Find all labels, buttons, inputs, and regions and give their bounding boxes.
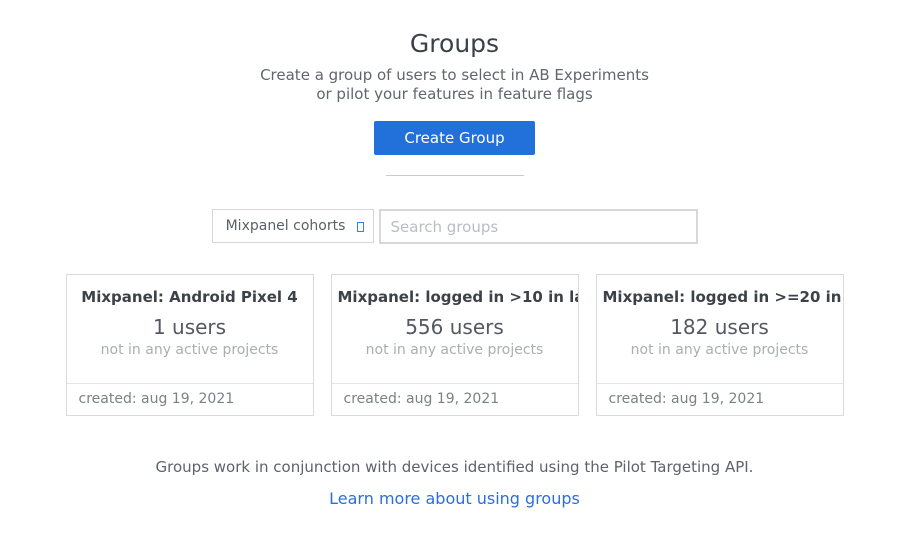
group-name: Mixpanel: logged in >=20 in last 30... — [597, 288, 843, 306]
header-divider — [386, 175, 524, 176]
cohort-source-dropdown[interactable]: Mixpanel cohorts — [212, 209, 374, 243]
group-user-count: 182 users — [597, 315, 843, 339]
group-card-body: Mixpanel: logged in >=20 in last 30... 1… — [597, 275, 843, 383]
group-card-body: Mixpanel: logged in >10 in last 30 ... 5… — [332, 275, 578, 383]
group-created-date: created: aug 19, 2021 — [332, 383, 578, 415]
group-created-date: created: aug 19, 2021 — [597, 383, 843, 415]
group-card[interactable]: Mixpanel: logged in >=20 in last 30... 1… — [596, 274, 844, 416]
search-groups-input[interactable] — [379, 209, 698, 244]
group-cards-row: Mixpanel: Android Pixel 4 1 users not in… — [0, 274, 909, 416]
page-header: Groups Create a group of users to select… — [0, 0, 909, 176]
groups-page: Groups Create a group of users to select… — [0, 0, 909, 558]
dropdown-indicator-icon — [357, 222, 364, 232]
footer-info-text: Groups work in conjunction with devices … — [0, 458, 909, 476]
group-name: Mixpanel: Android Pixel 4 — [67, 288, 313, 306]
group-project-status: not in any active projects — [67, 342, 313, 358]
page-subtitle: Create a group of users to select in AB … — [260, 66, 650, 104]
group-card[interactable]: Mixpanel: Android Pixel 4 1 users not in… — [66, 274, 314, 416]
group-project-status: not in any active projects — [597, 342, 843, 358]
group-created-date: created: aug 19, 2021 — [67, 383, 313, 415]
group-project-status: not in any active projects — [332, 342, 578, 358]
group-user-count: 556 users — [332, 315, 578, 339]
group-card[interactable]: Mixpanel: logged in >10 in last 30 ... 5… — [331, 274, 579, 416]
create-group-button[interactable]: Create Group — [374, 121, 534, 155]
cohort-dropdown-value: Mixpanel cohorts — [226, 218, 360, 234]
filter-controls: Mixpanel cohorts — [0, 209, 909, 244]
page-title: Groups — [0, 28, 909, 60]
learn-more-link[interactable]: Learn more about using groups — [329, 489, 580, 508]
group-card-body: Mixpanel: Android Pixel 4 1 users not in… — [67, 275, 313, 383]
group-name: Mixpanel: logged in >10 in last 30 ... — [332, 288, 578, 306]
group-user-count: 1 users — [67, 315, 313, 339]
